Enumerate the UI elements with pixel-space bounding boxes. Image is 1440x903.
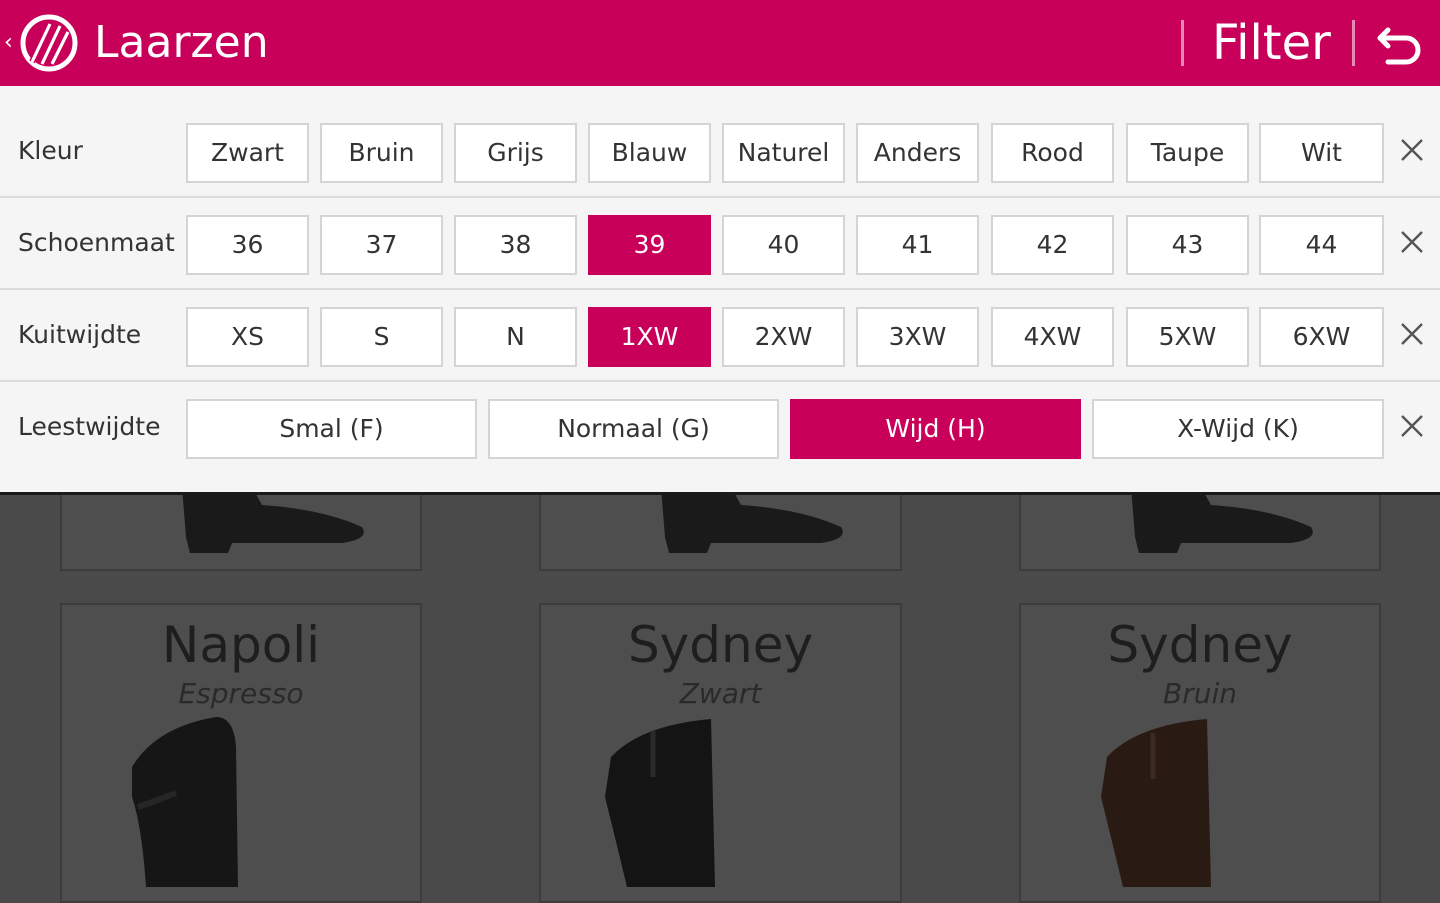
product-card[interactable] <box>539 485 902 571</box>
filter-label: Leestwijdte <box>18 412 161 441</box>
chip-width-smal[interactable]: Smal (F) <box>186 399 477 459</box>
product-grid: Napoli Espresso Sydney Zwart Sydney Brui… <box>0 485 1440 903</box>
product-card[interactable] <box>1019 485 1381 571</box>
filter-row-kuitwijdte: Kuitwijdte XS S N 1XW 2XW 3XW 4XW 5XW 6X… <box>0 290 1440 382</box>
product-name: Sydney <box>1107 616 1293 674</box>
chip-width-wijd[interactable]: Wijd (H) <box>790 399 1081 459</box>
chip-blauw[interactable]: Blauw <box>588 123 711 183</box>
filter-row-leestwijdte: Leestwijdte Smal (F) Normaal (G) Wijd (H… <box>0 382 1440 472</box>
chip-grijs[interactable]: Grijs <box>454 123 577 183</box>
chip-size-42[interactable]: 42 <box>991 215 1114 275</box>
chip-calf-s[interactable]: S <box>320 307 443 367</box>
chip-width-x-wijd[interactable]: X-Wijd (K) <box>1092 399 1384 459</box>
close-icon[interactable] <box>1398 320 1426 348</box>
chip-calf-4xw[interactable]: 4XW <box>991 307 1114 367</box>
chip-size-40[interactable]: 40 <box>722 215 845 275</box>
product-color: Zwart <box>679 677 762 710</box>
close-icon[interactable] <box>1398 136 1426 164</box>
chip-naturel[interactable]: Naturel <box>722 123 845 183</box>
chip-calf-xs[interactable]: XS <box>186 307 309 367</box>
product-card[interactable]: Napoli Espresso <box>60 603 422 903</box>
chip-rood[interactable]: Rood <box>991 123 1114 183</box>
product-card[interactable]: Sydney Zwart <box>539 603 902 903</box>
filter-label: Kleur <box>18 136 83 165</box>
chip-calf-6xw[interactable]: 6XW <box>1259 307 1384 367</box>
chip-size-43[interactable]: 43 <box>1126 215 1249 275</box>
chip-bruin[interactable]: Bruin <box>320 123 443 183</box>
product-color: Bruin <box>1163 677 1237 710</box>
action-bar: ‹ Laarzen Filter <box>0 0 1440 86</box>
divider <box>1181 20 1184 66</box>
boot-image <box>182 487 364 553</box>
chip-size-41[interactable]: 41 <box>856 215 979 275</box>
brand-logo[interactable] <box>20 14 78 72</box>
filter-label: Schoenmaat <box>18 228 175 257</box>
chip-size-39[interactable]: 39 <box>588 215 711 275</box>
boot-image <box>661 487 843 553</box>
product-color: Espresso <box>178 677 304 710</box>
chip-calf-1xw[interactable]: 1XW <box>588 307 711 367</box>
divider <box>1352 20 1355 66</box>
chip-size-44[interactable]: 44 <box>1259 215 1384 275</box>
chip-taupe[interactable]: Taupe <box>1126 123 1249 183</box>
chevron-left-icon[interactable]: ‹ <box>4 30 13 55</box>
close-icon[interactable] <box>1398 228 1426 256</box>
filter-button[interactable]: Filter <box>1212 16 1331 70</box>
undo-arrow-icon[interactable] <box>1374 22 1424 66</box>
boot-image <box>1101 719 1211 887</box>
page-title: Laarzen <box>94 17 269 68</box>
chip-calf-n[interactable]: N <box>454 307 577 367</box>
filter-label: Kuitwijdte <box>18 320 142 349</box>
chip-zwart[interactable]: Zwart <box>186 123 309 183</box>
chip-calf-3xw[interactable]: 3XW <box>856 307 979 367</box>
chip-calf-2xw[interactable]: 2XW <box>722 307 845 367</box>
filter-panel: Kleur Zwart Bruin Grijs Blauw Naturel An… <box>0 86 1440 495</box>
close-icon[interactable] <box>1398 412 1426 440</box>
product-name: Napoli <box>161 616 321 674</box>
boot-image <box>132 717 238 887</box>
boot-image <box>605 719 715 887</box>
chip-size-38[interactable]: 38 <box>454 215 577 275</box>
product-card[interactable] <box>60 485 422 571</box>
product-card[interactable]: Sydney Bruin <box>1019 603 1381 903</box>
boot-image <box>1131 487 1313 553</box>
chip-width-normaal[interactable]: Normaal (G) <box>488 399 779 459</box>
chip-anders[interactable]: Anders <box>856 123 979 183</box>
chip-wit[interactable]: Wit <box>1259 123 1384 183</box>
filter-row-kleur: Kleur Zwart Bruin Grijs Blauw Naturel An… <box>0 106 1440 198</box>
chip-size-36[interactable]: 36 <box>186 215 309 275</box>
chip-calf-5xw[interactable]: 5XW <box>1126 307 1249 367</box>
product-name: Sydney <box>627 616 814 674</box>
filter-row-schoenmaat: Schoenmaat 36 37 38 39 40 41 42 43 44 <box>0 198 1440 290</box>
chip-size-37[interactable]: 37 <box>320 215 443 275</box>
